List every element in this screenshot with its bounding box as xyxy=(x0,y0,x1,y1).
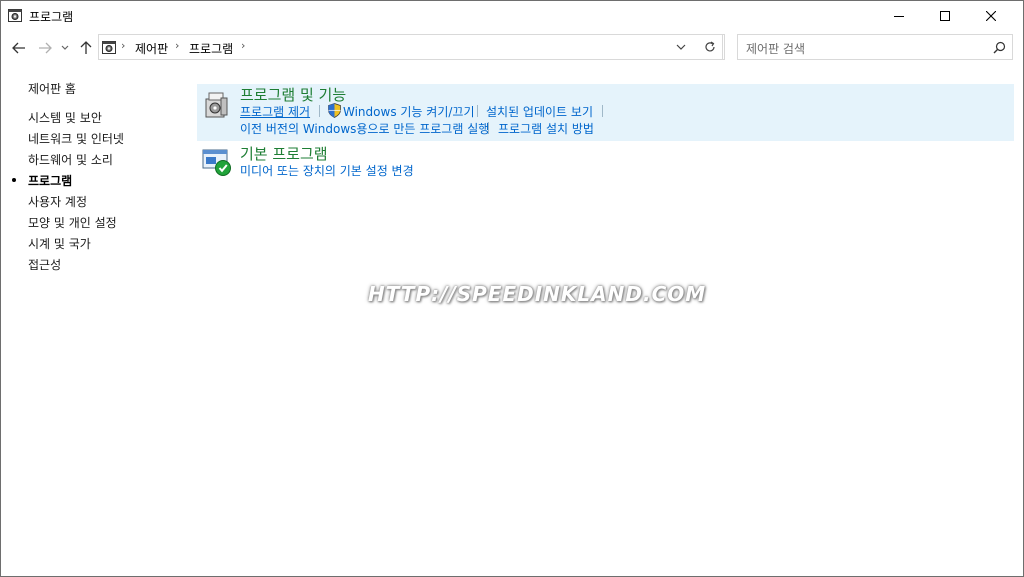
link-separator xyxy=(319,105,320,117)
control-panel-window: 프로그램 › 제어판 › 프로그램 › 제어판 검색 제어판 홈 시스템 및 보… xyxy=(0,0,1024,577)
breadcrumb-separator-icon[interactable]: › xyxy=(241,39,245,52)
default-media-settings-link[interactable]: 미디어 또는 장치의 기본 설정 변경 xyxy=(240,162,414,179)
nav-item-ease-of-access[interactable]: 접근성 xyxy=(28,256,61,273)
active-bullet-icon xyxy=(12,178,16,182)
refresh-icon xyxy=(704,41,715,52)
default-programs-icon[interactable] xyxy=(201,146,233,178)
watermark-text: HTTP://SPEEDINKLAND.COM xyxy=(368,282,707,306)
nav-item-hardware-sound[interactable]: 하드웨어 및 소리 xyxy=(28,151,113,168)
recent-locations-button[interactable] xyxy=(59,39,71,57)
forward-button[interactable] xyxy=(36,39,54,57)
arrow-left-icon xyxy=(12,42,25,54)
windows-features-link[interactable]: Windows 기능 켜기/끄기 xyxy=(343,103,474,120)
category-title-default-programs[interactable]: 기본 프로그램 xyxy=(240,143,328,164)
link-separator xyxy=(602,105,603,117)
control-panel-home-link[interactable]: 제어판 홈 xyxy=(28,80,76,97)
control-panel-icon xyxy=(102,41,116,54)
category-title-programs-features[interactable]: 프로그램 및 기능 xyxy=(240,84,346,105)
window-title: 프로그램 xyxy=(29,10,74,24)
control-panel-app-icon xyxy=(8,9,22,22)
nav-item-programs[interactable]: 프로그램 xyxy=(28,172,72,189)
title-bar: 프로그램 xyxy=(1,1,1023,31)
programs-features-icon[interactable] xyxy=(201,89,233,121)
compatibility-program-link[interactable]: 이전 버전의 Windows용으로 만든 프로그램 실행 xyxy=(240,120,489,137)
breadcrumb-separator-icon[interactable]: › xyxy=(175,39,179,52)
arrow-up-icon xyxy=(80,41,92,54)
maximize-icon xyxy=(940,11,950,21)
refresh-button[interactable] xyxy=(697,34,723,60)
nav-item-appearance-personalization[interactable]: 모양 및 개인 설정 xyxy=(28,214,117,231)
uninstall-program-link[interactable]: 프로그램 제거 xyxy=(240,103,310,120)
search-placeholder[interactable]: 제어판 검색 xyxy=(746,40,805,57)
chevron-down-icon xyxy=(61,45,69,50)
link-separator xyxy=(477,105,478,117)
minimize-icon xyxy=(894,16,904,17)
nav-item-system-security[interactable]: 시스템 및 보안 xyxy=(28,109,102,126)
nav-item-clock-region[interactable]: 시계 및 국가 xyxy=(28,235,91,252)
installed-updates-link[interactable]: 설치된 업데이트 보기 xyxy=(486,103,593,120)
arrow-right-icon xyxy=(39,42,52,54)
search-box[interactable]: 제어판 검색 xyxy=(737,34,1013,60)
search-icon[interactable] xyxy=(993,41,1006,54)
nav-item-user-accounts[interactable]: 사용자 계정 xyxy=(28,193,87,210)
link-separator xyxy=(488,122,489,134)
chevron-down-icon xyxy=(676,44,686,50)
breadcrumb-control-panel[interactable]: 제어판 xyxy=(135,40,168,57)
back-button[interactable] xyxy=(10,39,28,57)
up-button[interactable] xyxy=(77,39,95,57)
address-bar[interactable]: › 제어판 › 프로그램 › xyxy=(98,34,725,60)
uac-shield-icon xyxy=(328,103,341,118)
how-to-install-link[interactable]: 프로그램 설치 방법 xyxy=(498,120,594,137)
close-button[interactable] xyxy=(968,1,1014,31)
breadcrumb-separator-icon[interactable]: › xyxy=(121,39,125,52)
breadcrumb-programs[interactable]: 프로그램 xyxy=(189,40,233,57)
address-history-dropdown[interactable] xyxy=(670,34,692,60)
navigation-bar: › 제어판 › 프로그램 › 제어판 검색 xyxy=(1,31,1023,65)
close-icon xyxy=(986,11,996,21)
maximize-button[interactable] xyxy=(922,1,968,31)
minimize-button[interactable] xyxy=(876,1,922,31)
nav-item-network-internet[interactable]: 네트워크 및 인터넷 xyxy=(28,130,124,147)
